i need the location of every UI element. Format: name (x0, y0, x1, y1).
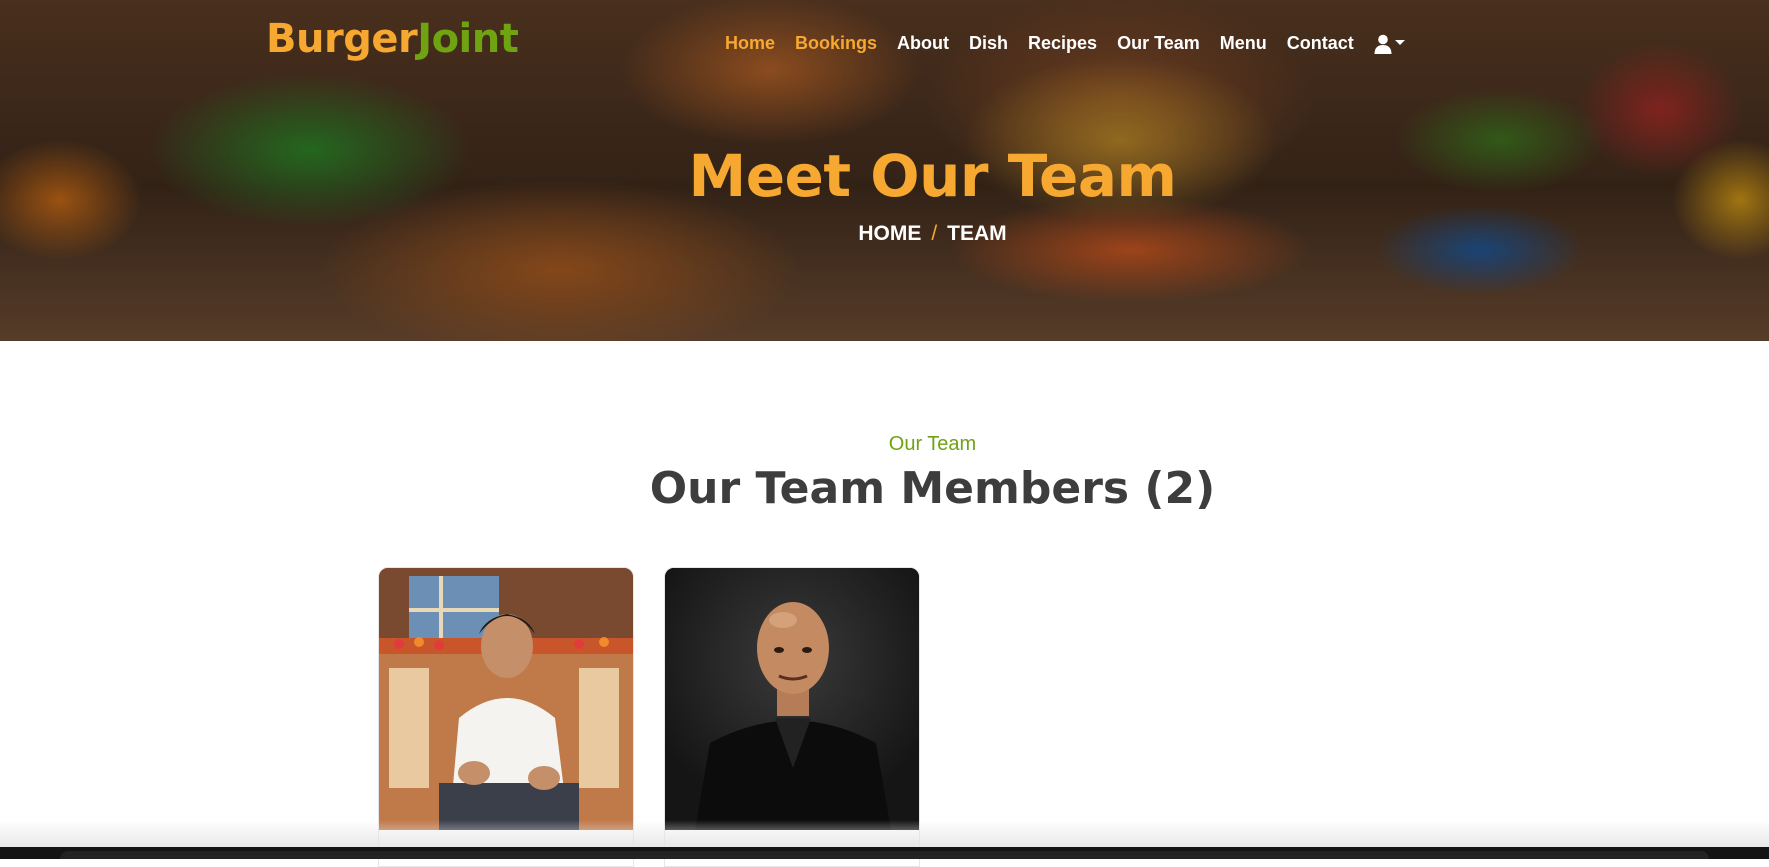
breadcrumb-home[interactable]: HOME (858, 222, 921, 245)
nav-bookings[interactable]: Bookings (795, 33, 877, 54)
nav-recipes[interactable]: Recipes (1028, 33, 1097, 54)
breadcrumb-current: TEAM (947, 222, 1007, 245)
hero-banner: BurgerJoint Home Bookings About Dish Rec… (0, 0, 1769, 341)
nav-home[interactable]: Home (725, 33, 775, 54)
team-member-photo (379, 568, 633, 830)
breadcrumb: HOME / TEAM (0, 222, 1769, 246)
bottom-bar (0, 847, 1769, 859)
bottom-fade (0, 820, 1769, 847)
brand-name-part2: Joint (417, 16, 519, 62)
main-nav: Home Bookings About Dish Recipes Our Tea… (725, 33, 1405, 54)
user-menu-toggle[interactable] (1374, 34, 1405, 54)
section-subtitle: Our Team (888, 433, 977, 455)
nav-about[interactable]: About (897, 33, 949, 54)
nav-contact[interactable]: Contact (1287, 33, 1354, 54)
breadcrumb-separator: / (931, 222, 938, 245)
team-member-photo (665, 568, 919, 830)
nav-menu[interactable]: Menu (1220, 33, 1267, 54)
brand-name-part1: Burger (266, 16, 418, 62)
brand-logo[interactable]: BurgerJoint (266, 16, 519, 62)
nav-dish[interactable]: Dish (969, 33, 1008, 54)
caret-down-icon (1394, 40, 1405, 45)
page-title: Meet Our Team (688, 142, 1177, 210)
nav-our-team[interactable]: Our Team (1117, 33, 1200, 54)
user-icon (1374, 34, 1392, 54)
section-heading: Our Team Members (2) (649, 463, 1216, 514)
